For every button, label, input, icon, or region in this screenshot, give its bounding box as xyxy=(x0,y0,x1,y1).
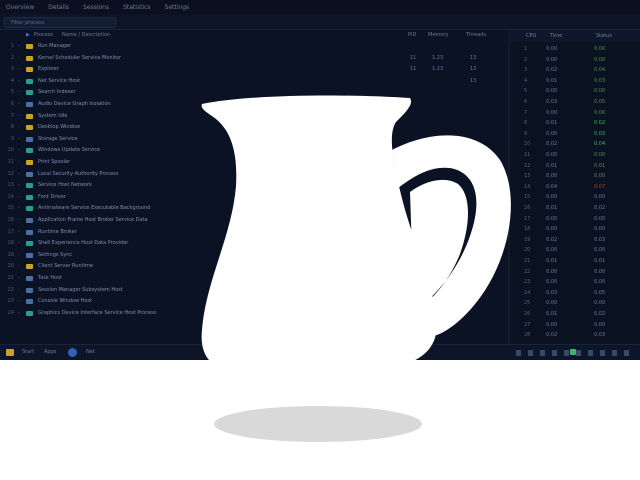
pitcher-shadow xyxy=(214,406,422,442)
pitcher-body xyxy=(201,95,437,367)
pitcher-overlay xyxy=(201,95,511,442)
